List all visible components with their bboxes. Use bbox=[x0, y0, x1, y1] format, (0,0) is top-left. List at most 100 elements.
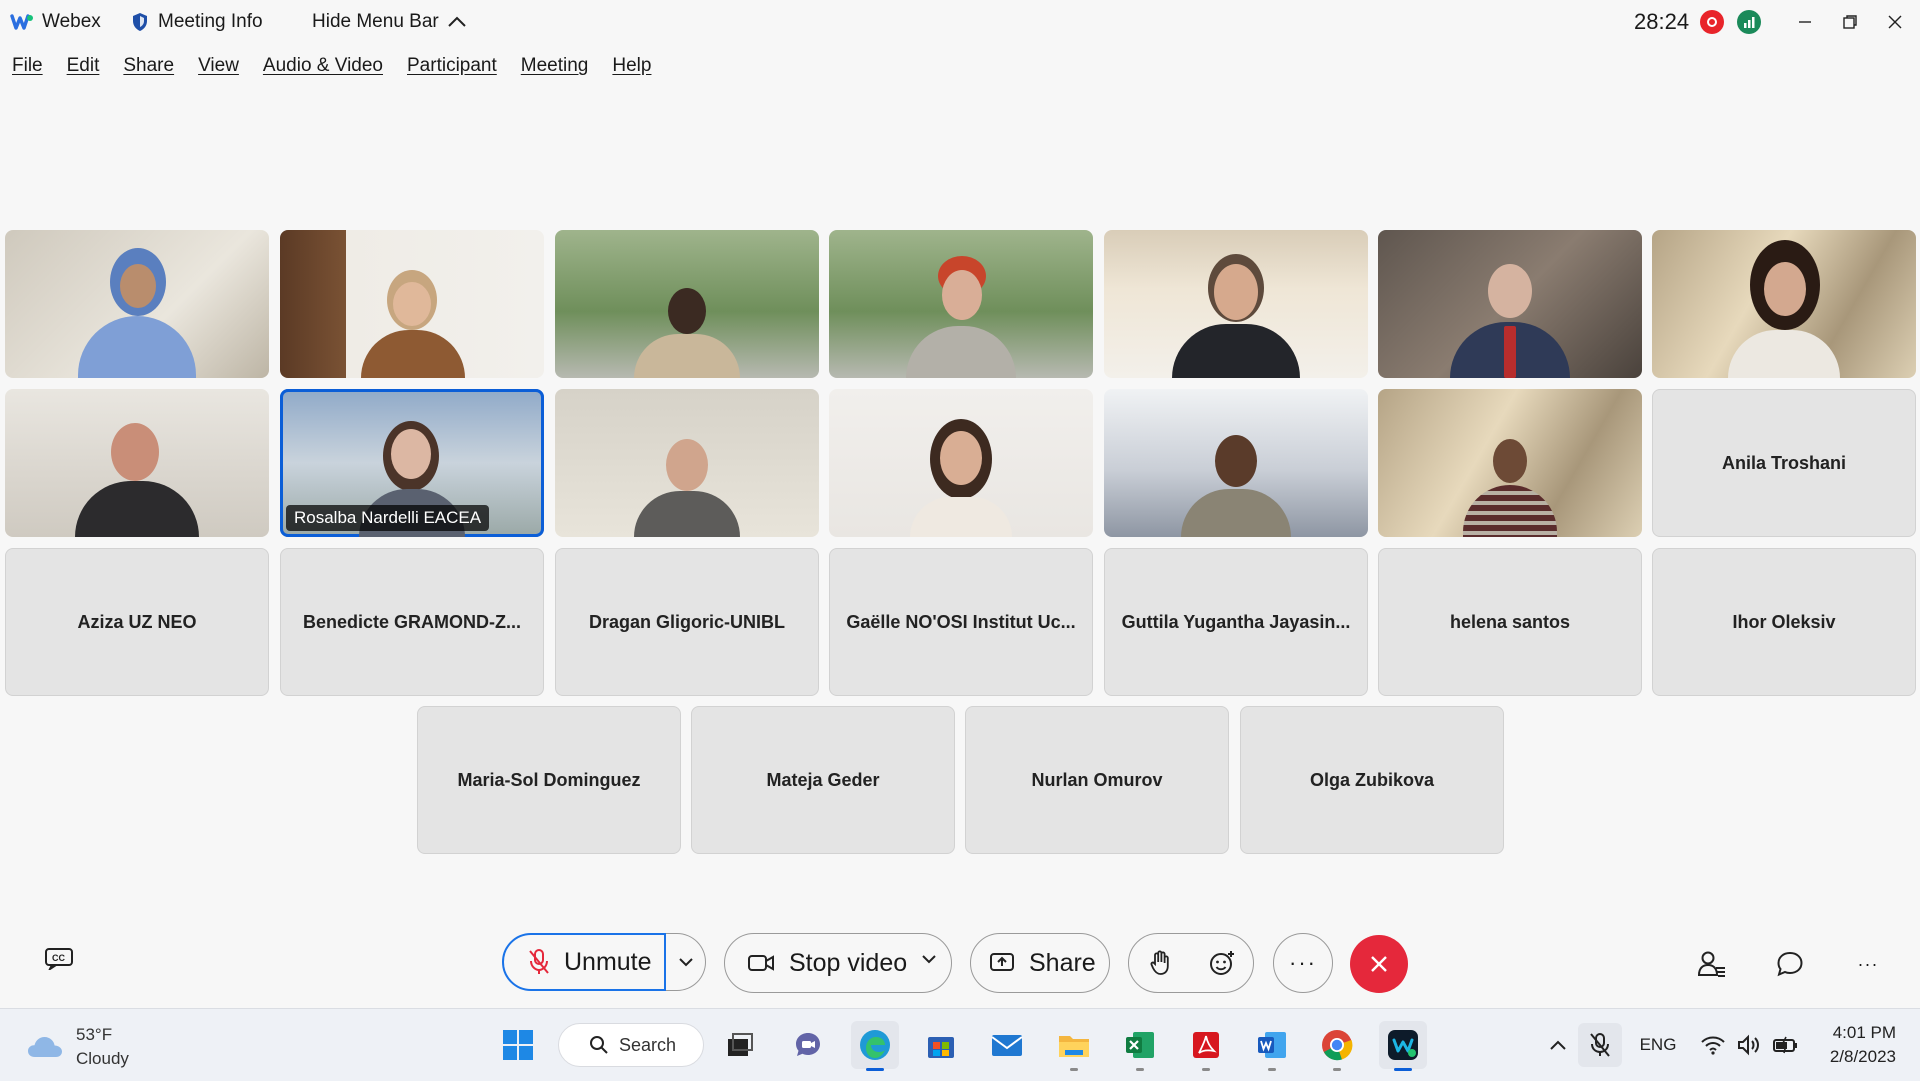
reactions-button[interactable] bbox=[1191, 934, 1253, 992]
participant-video-tile[interactable] bbox=[829, 230, 1093, 378]
menu-meeting[interactable]: Meeting bbox=[521, 55, 589, 77]
running-indicator bbox=[1070, 1068, 1078, 1071]
participant-name-tile[interactable]: helena santos bbox=[1378, 548, 1642, 696]
taskbar-chrome[interactable] bbox=[1313, 1021, 1361, 1071]
participant-video-tile[interactable] bbox=[1104, 389, 1368, 537]
participants-panel-button[interactable] bbox=[1694, 946, 1730, 982]
start-button[interactable] bbox=[494, 1021, 542, 1069]
close-icon bbox=[1371, 956, 1387, 972]
task-view-button[interactable] bbox=[716, 1021, 764, 1069]
wifi-status[interactable] bbox=[1696, 1023, 1730, 1067]
menu-help[interactable]: Help bbox=[612, 55, 651, 77]
taskbar-word[interactable] bbox=[1248, 1021, 1296, 1071]
participant-name-tile[interactable]: Gaëlle NO'OSI Institut Uc... bbox=[829, 548, 1093, 696]
microphone-in-use-indicator[interactable] bbox=[1578, 1023, 1622, 1067]
participant-video-tile[interactable] bbox=[1378, 230, 1642, 378]
participant-video-tile[interactable] bbox=[1378, 389, 1642, 537]
participant-video-tile[interactable] bbox=[829, 389, 1093, 537]
active-speaker-tile[interactable]: Rosalba Nardelli EACEA bbox=[280, 389, 544, 537]
more-panels-button[interactable]: ··· bbox=[1850, 946, 1886, 982]
taskbar-webex[interactable] bbox=[1379, 1021, 1427, 1071]
participant-video-tile[interactable] bbox=[1104, 230, 1368, 378]
unmute-control: Unmute bbox=[502, 933, 706, 993]
menu-share[interactable]: Share bbox=[123, 55, 174, 77]
participant-name-tile[interactable]: Anila Troshani bbox=[1652, 389, 1916, 537]
taskbar-store[interactable] bbox=[917, 1021, 965, 1069]
minimize-button[interactable] bbox=[1783, 6, 1827, 38]
stop-video-button[interactable]: Stop video bbox=[724, 933, 952, 993]
taskbar-file-explorer[interactable] bbox=[1050, 1021, 1098, 1071]
close-button[interactable] bbox=[1873, 6, 1917, 38]
hide-menu-bar-button[interactable]: Hide Menu Bar bbox=[312, 0, 467, 44]
more-panels-label: ··· bbox=[1857, 953, 1879, 974]
restore-button[interactable] bbox=[1828, 6, 1872, 38]
svg-text:CC: CC bbox=[52, 953, 65, 963]
closed-captions-icon: CC bbox=[45, 948, 73, 972]
windows-taskbar: 53°F Cloudy Search ENG 4:01 PM 2/8/2023 bbox=[0, 1008, 1920, 1081]
microphone-muted-icon bbox=[1590, 1033, 1610, 1057]
participant-name-tile[interactable]: Benedicte GRAMOND-Z... bbox=[280, 548, 544, 696]
participant-name: Nurlan Omurov bbox=[1031, 769, 1163, 790]
participant-name-tile[interactable]: Nurlan Omurov bbox=[965, 706, 1229, 854]
participant-name: Gaëlle NO'OSI Institut Uc... bbox=[846, 611, 1076, 632]
participant-video-tile[interactable] bbox=[5, 230, 269, 378]
taskbar-chat[interactable] bbox=[784, 1021, 832, 1069]
show-hidden-icons-button[interactable] bbox=[1540, 1023, 1576, 1067]
weather-widget[interactable]: 53°F Cloudy bbox=[26, 1023, 129, 1071]
menu-edit[interactable]: Edit bbox=[67, 55, 100, 77]
chat-panel-button[interactable] bbox=[1772, 946, 1808, 982]
participant-video-tile[interactable] bbox=[555, 230, 819, 378]
raise-hand-button[interactable] bbox=[1129, 934, 1191, 992]
closed-captions-button[interactable]: CC bbox=[44, 946, 74, 975]
audio-options-dropdown[interactable] bbox=[666, 933, 706, 991]
meeting-info-button[interactable]: Meeting Info bbox=[132, 0, 263, 44]
menu-participant[interactable]: Participant bbox=[407, 55, 497, 77]
leave-meeting-button[interactable] bbox=[1350, 935, 1408, 993]
more-options-button[interactable]: ··· bbox=[1273, 933, 1333, 993]
taskbar-edge[interactable] bbox=[851, 1021, 899, 1071]
participant-video bbox=[72, 230, 202, 378]
network-health-icon[interactable] bbox=[1737, 10, 1761, 34]
battery-status[interactable] bbox=[1768, 1023, 1804, 1067]
chevron-down-icon[interactable] bbox=[921, 954, 937, 964]
participant-video-tile[interactable] bbox=[280, 230, 544, 378]
webex-icon bbox=[1388, 1030, 1418, 1060]
unmute-button[interactable]: Unmute bbox=[502, 933, 666, 991]
minimize-icon bbox=[1799, 21, 1811, 23]
participant-name-tile[interactable]: Mateja Geder bbox=[691, 706, 955, 854]
hide-menu-bar-label: Hide Menu Bar bbox=[312, 11, 439, 32]
participant-name: Maria-Sol Dominguez bbox=[457, 769, 641, 790]
participant-name-tile[interactable]: Maria-Sol Dominguez bbox=[417, 706, 681, 854]
participant-video bbox=[1714, 230, 1854, 378]
input-language[interactable]: ENG bbox=[1630, 1023, 1686, 1067]
chrome-browser-icon bbox=[1322, 1030, 1353, 1061]
participant-video-tile[interactable] bbox=[1652, 230, 1916, 378]
chat-bubble-icon bbox=[1777, 951, 1803, 977]
participant-name-tile[interactable]: Olga Zubikova bbox=[1240, 706, 1504, 854]
participant-video-tile[interactable] bbox=[5, 389, 269, 537]
store-icon bbox=[928, 1037, 954, 1058]
weather-description: Cloudy bbox=[76, 1049, 129, 1068]
menu-view[interactable]: View bbox=[198, 55, 239, 77]
running-indicator bbox=[1268, 1068, 1276, 1071]
participant-video-tile[interactable] bbox=[555, 389, 819, 537]
volume-status[interactable] bbox=[1732, 1023, 1766, 1067]
chevron-down-icon bbox=[678, 958, 693, 967]
recording-icon[interactable] bbox=[1700, 10, 1724, 34]
participant-name: Aziza UZ NEO bbox=[77, 611, 197, 632]
taskbar-clock[interactable]: 4:01 PM 2/8/2023 bbox=[1812, 1021, 1896, 1069]
word-icon bbox=[1258, 1032, 1286, 1058]
participant-name-tile[interactable]: Dragan Gligoric-UNIBL bbox=[555, 548, 819, 696]
webex-logo: Webex bbox=[10, 0, 101, 44]
menu-audio-video[interactable]: Audio & Video bbox=[263, 55, 383, 77]
taskbar-acrobat[interactable] bbox=[1182, 1021, 1230, 1071]
menu-file[interactable]: File bbox=[12, 55, 43, 77]
participant-name-tile[interactable]: Guttila Yugantha Jayasin... bbox=[1104, 548, 1368, 696]
taskbar-mail[interactable] bbox=[983, 1021, 1031, 1069]
taskbar-excel[interactable] bbox=[1116, 1021, 1164, 1071]
taskbar-search[interactable]: Search bbox=[558, 1023, 704, 1067]
participant-name-tile[interactable]: Ihor Oleksiv bbox=[1652, 548, 1916, 696]
share-button[interactable]: Share bbox=[970, 933, 1110, 993]
participant-name-tile[interactable]: Aziza UZ NEO bbox=[5, 548, 269, 696]
menu-bar: File Edit Share View Audio & Video Parti… bbox=[0, 48, 663, 84]
